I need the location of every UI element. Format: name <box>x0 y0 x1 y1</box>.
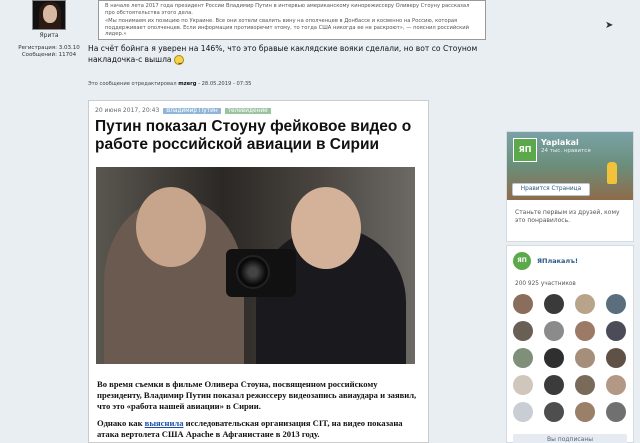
member-avatar[interactable] <box>606 348 626 368</box>
user-meta: Регистрация: 3.03.10 Сообщений: 11704 <box>10 45 88 59</box>
registration-date: Регистрация: 3.03.10 <box>18 45 80 51</box>
yaplakal-logo[interactable]: ЯП <box>513 252 531 270</box>
member-avatar[interactable] <box>575 375 595 395</box>
group-name[interactable]: ЯПлакалъ! <box>537 257 578 265</box>
like-page-button[interactable]: Нравится Страница <box>512 183 590 196</box>
message-count: Сообщений: 11704 <box>21 52 77 58</box>
member-avatar[interactable] <box>575 321 595 341</box>
edited-date: - 28.05.2019 - 07:35 <box>198 81 252 87</box>
member-avatar[interactable] <box>575 294 595 314</box>
article-body: Во время съемки в фильме Оливера Стоуна,… <box>97 379 422 443</box>
yaplakal-logo[interactable]: ЯП <box>513 138 537 162</box>
member-avatar[interactable] <box>575 402 595 422</box>
edited-note: Это сообщение отредактировал mzerg - 28.… <box>88 81 251 87</box>
quote-paragraph: «Мы понимаем их позицию по Украине. Все … <box>105 18 469 37</box>
smiley-icon <box>174 55 185 65</box>
likes-count: 24 тыс. нравится <box>541 148 591 154</box>
username[interactable]: Ярита <box>10 32 88 39</box>
member-avatar[interactable] <box>575 348 595 368</box>
article-link[interactable]: выяснила <box>145 418 184 428</box>
member-avatar[interactable] <box>544 402 564 422</box>
edited-prefix: Это сообщение отредактировал <box>88 81 177 87</box>
facebook-widget: ЯП Yaplakal 24 тыс. нравится Нравится Ст… <box>506 131 634 242</box>
member-avatar[interactable] <box>513 321 533 341</box>
widget-cover[interactable]: ЯП Yaplakal 24 тыс. нравится Нравится Ст… <box>507 132 633 200</box>
post-text-content: На счёт бойнга я уверен на 146%, что это… <box>88 44 478 64</box>
member-avatar[interactable] <box>513 402 533 422</box>
mouse-cursor-icon: ➤ <box>605 20 614 31</box>
member-avatar[interactable] <box>544 348 564 368</box>
member-avatar[interactable] <box>544 375 564 395</box>
avatar[interactable] <box>32 0 66 30</box>
article-title: Путин показал Стоуну фейковое видео о ра… <box>95 118 412 153</box>
member-avatar[interactable] <box>606 375 626 395</box>
vk-widget: ЯП ЯПлакалъ! 200 925 участников Вы подпи… <box>506 245 634 443</box>
member-avatar[interactable] <box>544 321 564 341</box>
member-count: 200 925 участников <box>515 281 576 287</box>
forum-page: Ярита Регистрация: 3.03.10 Сообщений: 11… <box>0 0 640 443</box>
member-avatar[interactable] <box>544 294 564 314</box>
subscribe-button[interactable]: Вы подписаны <box>513 434 627 443</box>
article-date: 20 июня 2017, 20:43 <box>95 107 160 114</box>
post-text: На счёт бойнга я уверен на 146%, что это… <box>88 43 498 65</box>
member-avatar[interactable] <box>606 294 626 314</box>
embedded-article-image[interactable]: 20 июня 2017, 20:43 Владимир Путин телев… <box>88 100 429 443</box>
user-info: Ярита Регистрация: 3.03.10 Сообщений: 11… <box>10 0 88 59</box>
article-tag: телевидение <box>224 108 271 114</box>
quote-block: В начале лета 2017 года президент России… <box>98 0 486 40</box>
camera-lens-icon <box>236 255 270 289</box>
article-paragraph: Однако как выяснила исследовательская ор… <box>97 418 403 439</box>
member-avatar[interactable] <box>606 402 626 422</box>
member-avatar[interactable] <box>513 375 533 395</box>
friends-text: Станьте первым из друзей, кому это понра… <box>515 209 620 224</box>
page-name[interactable]: Yaplakal <box>541 138 579 147</box>
article-tag: Владимир Путин <box>163 108 221 114</box>
quote-paragraph: В начале лета 2017 года президент России… <box>105 3 470 16</box>
member-avatar[interactable] <box>513 294 533 314</box>
member-avatar[interactable] <box>513 348 533 368</box>
article-photo <box>96 167 415 364</box>
lamp-icon <box>607 162 617 184</box>
article-header: 20 июня 2017, 20:43 Владимир Путин телев… <box>95 107 271 114</box>
article-paragraph: Во время съемки в фильме Оливера Стоуна,… <box>97 379 417 411</box>
member-avatar[interactable] <box>606 321 626 341</box>
edited-user[interactable]: mzerg <box>178 81 196 87</box>
